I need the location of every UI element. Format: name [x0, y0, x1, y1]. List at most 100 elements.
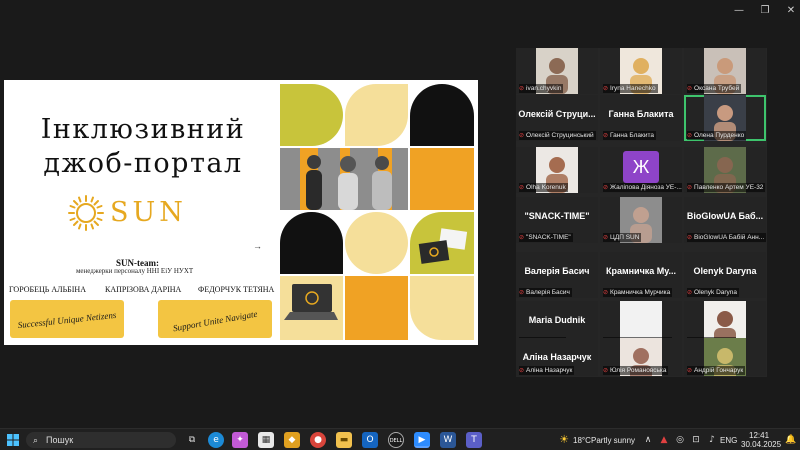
participant-display-name: "SNACK-TIME"	[524, 211, 590, 221]
muted-mic-icon: ⊘	[603, 185, 609, 191]
participant-display-name: Ганна Блакита	[608, 109, 674, 119]
participant-tile[interactable]: ⊘ Юлія Романовська	[600, 338, 682, 376]
muted-mic-icon: ⊘	[519, 368, 525, 374]
participant-name-label: ⊘ Жаліпова Діяноза УЕ-...	[603, 183, 682, 192]
participant-name-label: ⊘ Iryna Hanechko	[603, 84, 658, 93]
chrome-icon[interactable]: ●	[310, 432, 326, 448]
participant-tile[interactable]: ⊘ Олена Пурденко	[684, 95, 766, 141]
banner-left: Successful Unique Netizens	[10, 300, 124, 338]
participant-tile[interactable]: Ж ⊘ Жаліпова Діяноза УЕ-...	[600, 147, 682, 193]
collage-tile	[345, 276, 408, 340]
notifications-icon[interactable]: 🔔	[783, 432, 799, 448]
muted-mic-icon: ⊘	[519, 290, 525, 296]
banner-right-text: Support Unite Navigate	[172, 309, 258, 334]
windows-start-icon[interactable]	[6, 432, 20, 448]
close-button[interactable]: ✕	[778, 4, 800, 18]
muted-mic-icon: ⊘	[603, 235, 609, 241]
participant-name-label: ⊘ Павленко Артем УЕ-32	[687, 183, 766, 192]
participant-display-name: Maria Dudnik	[528, 315, 586, 325]
participant-name: Юлія Романовська	[610, 367, 667, 374]
participant-tile[interactable]: Валерія Басич ⊘ Валерія Басич	[516, 252, 598, 298]
participant-name-label: ⊘ Олексій Струцинський	[519, 131, 596, 140]
tray-chevron-icon[interactable]: ∧	[640, 432, 656, 448]
participant-tile[interactable]: ⊘ ivan.chyvkin	[516, 48, 598, 94]
participant-name-label: ⊘ Оксана Трубей	[687, 84, 742, 93]
participant-display-name: Крамничка Му...	[605, 266, 677, 276]
participant-tile[interactable]: BioGlowUA Баб... ⊘ BioGlowUA Бабій Анн...	[684, 197, 766, 243]
app-icon[interactable]: ◆	[284, 432, 300, 448]
muted-mic-icon: ⊘	[687, 368, 693, 374]
muted-mic-icon: ⊘	[687, 235, 693, 241]
maximize-button[interactable]: ❐	[752, 4, 778, 18]
task-view-icon[interactable]: ⧉	[184, 432, 200, 448]
volume-icon[interactable]: ♪	[704, 432, 720, 448]
participant-tile[interactable]: ⊘ Olha Korenuk	[516, 147, 598, 193]
outlook-icon[interactable]: O	[362, 432, 378, 448]
participant-name: Жаліпова Діяноза УЕ-...	[610, 184, 682, 191]
participant-tile[interactable]: ⊘ Павленко Артем УЕ-32	[684, 147, 766, 193]
participant-name: Крамничка Мурчика	[610, 289, 671, 296]
tray-app-icon[interactable]: ◎	[672, 432, 688, 448]
minimize-button[interactable]: —	[726, 4, 752, 18]
search-placeholder: Пошук	[46, 435, 74, 445]
dell-icon[interactable]: DELL	[388, 432, 404, 448]
edge-icon[interactable]: e	[208, 432, 224, 448]
weather-icon[interactable]: ☀	[556, 432, 572, 448]
microsoft-store-icon[interactable]: ▦	[258, 432, 274, 448]
shared-presentation-slide: Інклюзивний джоб-портал SUN SUN-team: ме…	[4, 80, 478, 345]
participant-name: ЦДП SUN	[610, 234, 640, 241]
collage-tile	[345, 84, 408, 146]
participant-name: Валерія Басич	[526, 289, 570, 296]
muted-mic-icon: ⊘	[519, 86, 525, 92]
muted-mic-icon: ⊘	[519, 133, 525, 139]
participant-tile[interactable]: Аліна Назарчук ⊘ Аліна Назарчук	[516, 338, 598, 376]
participant-tile[interactable]: ⊘ Iryna Hanechko	[600, 48, 682, 94]
participant-tile[interactable]: ⊘ Андрій Гончарук	[684, 338, 766, 376]
word-icon[interactable]: W	[440, 432, 456, 448]
collage-tile	[280, 212, 343, 274]
banner-right: Support Unite Navigate	[158, 300, 272, 338]
participant-display-name: Аліна Назарчук	[522, 352, 592, 362]
participant-tile[interactable]: Olenyk Daryna ⊘ Olenyk Daryna	[684, 252, 766, 298]
participant-name: Аліна Назарчук	[526, 367, 573, 374]
tray-app-icon[interactable]: ▲	[656, 432, 672, 448]
search-icon: ⌕	[33, 435, 39, 445]
team-subtitle: менеджерки персоналу ННІ ЕіУ НУХТ	[76, 267, 194, 275]
taskbar-search-input[interactable]: ⌕ Пошук	[26, 432, 176, 448]
slide-title-line1: Інклюзивний	[40, 114, 246, 145]
participant-name-label: ⊘ Ганна Блакита	[603, 131, 656, 140]
muted-mic-icon: ⊘	[603, 133, 609, 139]
sun-logo-icon	[68, 195, 104, 231]
participant-tile[interactable]: Ганна Блакита ⊘ Ганна Блакита	[600, 95, 682, 141]
participant-tile[interactable]: Крамничка Му... ⊘ Крамничка Мурчика	[600, 252, 682, 298]
taskbar: ⌕ Пошук ⧉ e ✦ ▦ ◆ ● ▬ O DELL ▶ W T ☀ 18°…	[0, 428, 800, 450]
zoom-icon[interactable]: ▶	[414, 432, 430, 448]
participant-name-label: ⊘ Валерія Басич	[519, 288, 572, 297]
copilot-icon[interactable]: ✦	[232, 432, 248, 448]
language-indicator[interactable]: ENG	[720, 436, 737, 445]
screen: — ❐ ✕ Інклюзивний джоб-портал SUN SUN-te…	[0, 0, 800, 450]
muted-mic-icon: ⊘	[603, 86, 609, 92]
collage-tile	[410, 148, 474, 210]
participant-tile[interactable]: ⊘ Оксана Трубей	[684, 48, 766, 94]
clock-time[interactable]: 12:41	[749, 431, 769, 440]
collage-photo	[280, 276, 343, 340]
participant-name-label: ⊘ Аліна Назарчук	[519, 366, 575, 375]
sun-brand-text: SUN	[110, 197, 187, 228]
clock-date[interactable]: 30.04.2025	[741, 440, 781, 449]
member-3: ФЕДОРЧУК ТЕТЯНА	[198, 285, 275, 294]
member-1: ГОРОБЕЦЬ АЛЬБІНА	[9, 285, 86, 294]
slide-arrow-icon: →	[253, 241, 262, 251]
muted-mic-icon: ⊘	[519, 235, 525, 241]
participant-tile[interactable]: "SNACK-TIME" ⊘ "SNACK-TIME"	[516, 197, 598, 243]
participant-tile[interactable]: Олексій Струци... ⊘ Олексій Струцинський	[516, 95, 598, 141]
participant-tile[interactable]: ⊘ ЦДП SUN	[600, 197, 682, 243]
teams-icon[interactable]: T	[466, 432, 482, 448]
participant-name: Iryna Hanechko	[610, 85, 656, 92]
muted-mic-icon: ⊘	[603, 290, 609, 296]
network-icon[interactable]: ⊡	[688, 432, 704, 448]
file-explorer-icon[interactable]: ▬	[336, 432, 352, 448]
muted-mic-icon: ⊘	[687, 86, 693, 92]
participant-name: BioGlowUA Бабій Анн...	[694, 234, 765, 241]
participant-name: Олексій Струцинський	[526, 132, 594, 139]
